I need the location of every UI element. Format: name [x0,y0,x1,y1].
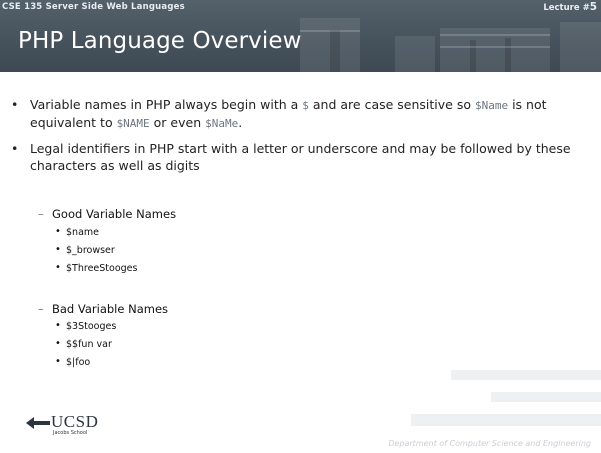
bullet-text: Variable names in PHP always begin with … [30,97,303,112]
list-item: • $name [55,226,99,238]
code-dollar: $ [302,99,309,112]
bullet-text: or even [149,115,206,130]
logo-text: UCSD [51,412,99,431]
code-name-upper: $NAME [116,117,150,130]
slide: CSE 135 Server Side Web Languages Lectur… [0,0,601,453]
footer-decoration [380,340,601,453]
lecture-label: Lecture #5 [543,1,597,13]
bullet-dot: • [11,97,19,112]
good-names-heading: – Good Variable Names [38,207,177,221]
course-label: CSE 135 Server Side Web Languages [2,2,185,12]
logo-subtext: Jacobs School [53,430,88,436]
bullet-dot: • [11,141,19,156]
logo-arrow-icon [26,417,50,429]
bullet-text: . [238,115,243,130]
lecture-prefix: Lecture # [543,3,590,13]
code-name-mixed: $NaMe [205,117,239,130]
code-name: $Name [474,99,509,112]
bullet-legal-identifiers: • Legal identifiers in PHP start with a … [11,140,578,174]
bad-names-heading: – Bad Variable Names [38,302,169,316]
slide-title: PHP Language Overview [18,28,302,54]
bullet-text: and are case sensitive so [308,97,475,112]
ucsd-logo: UCSD Jacobs School [26,412,116,440]
list-item: • $_browser [55,244,115,256]
header-banner: CSE 135 Server Side Web Languages Lectur… [0,0,601,72]
list-item: • $3Stooges [55,320,117,332]
bullet-text: Legal identifiers in PHP start with a le… [30,141,571,173]
lecture-number: 5 [589,1,597,13]
list-item: • $|foo [55,356,91,368]
bullet-variable-names: • Variable names in PHP always begin wit… [11,96,578,132]
department-label: Department of Computer Science and Engin… [388,439,591,448]
list-item: • $ThreeStooges [55,262,138,274]
list-item: • $$fun var [55,338,112,350]
